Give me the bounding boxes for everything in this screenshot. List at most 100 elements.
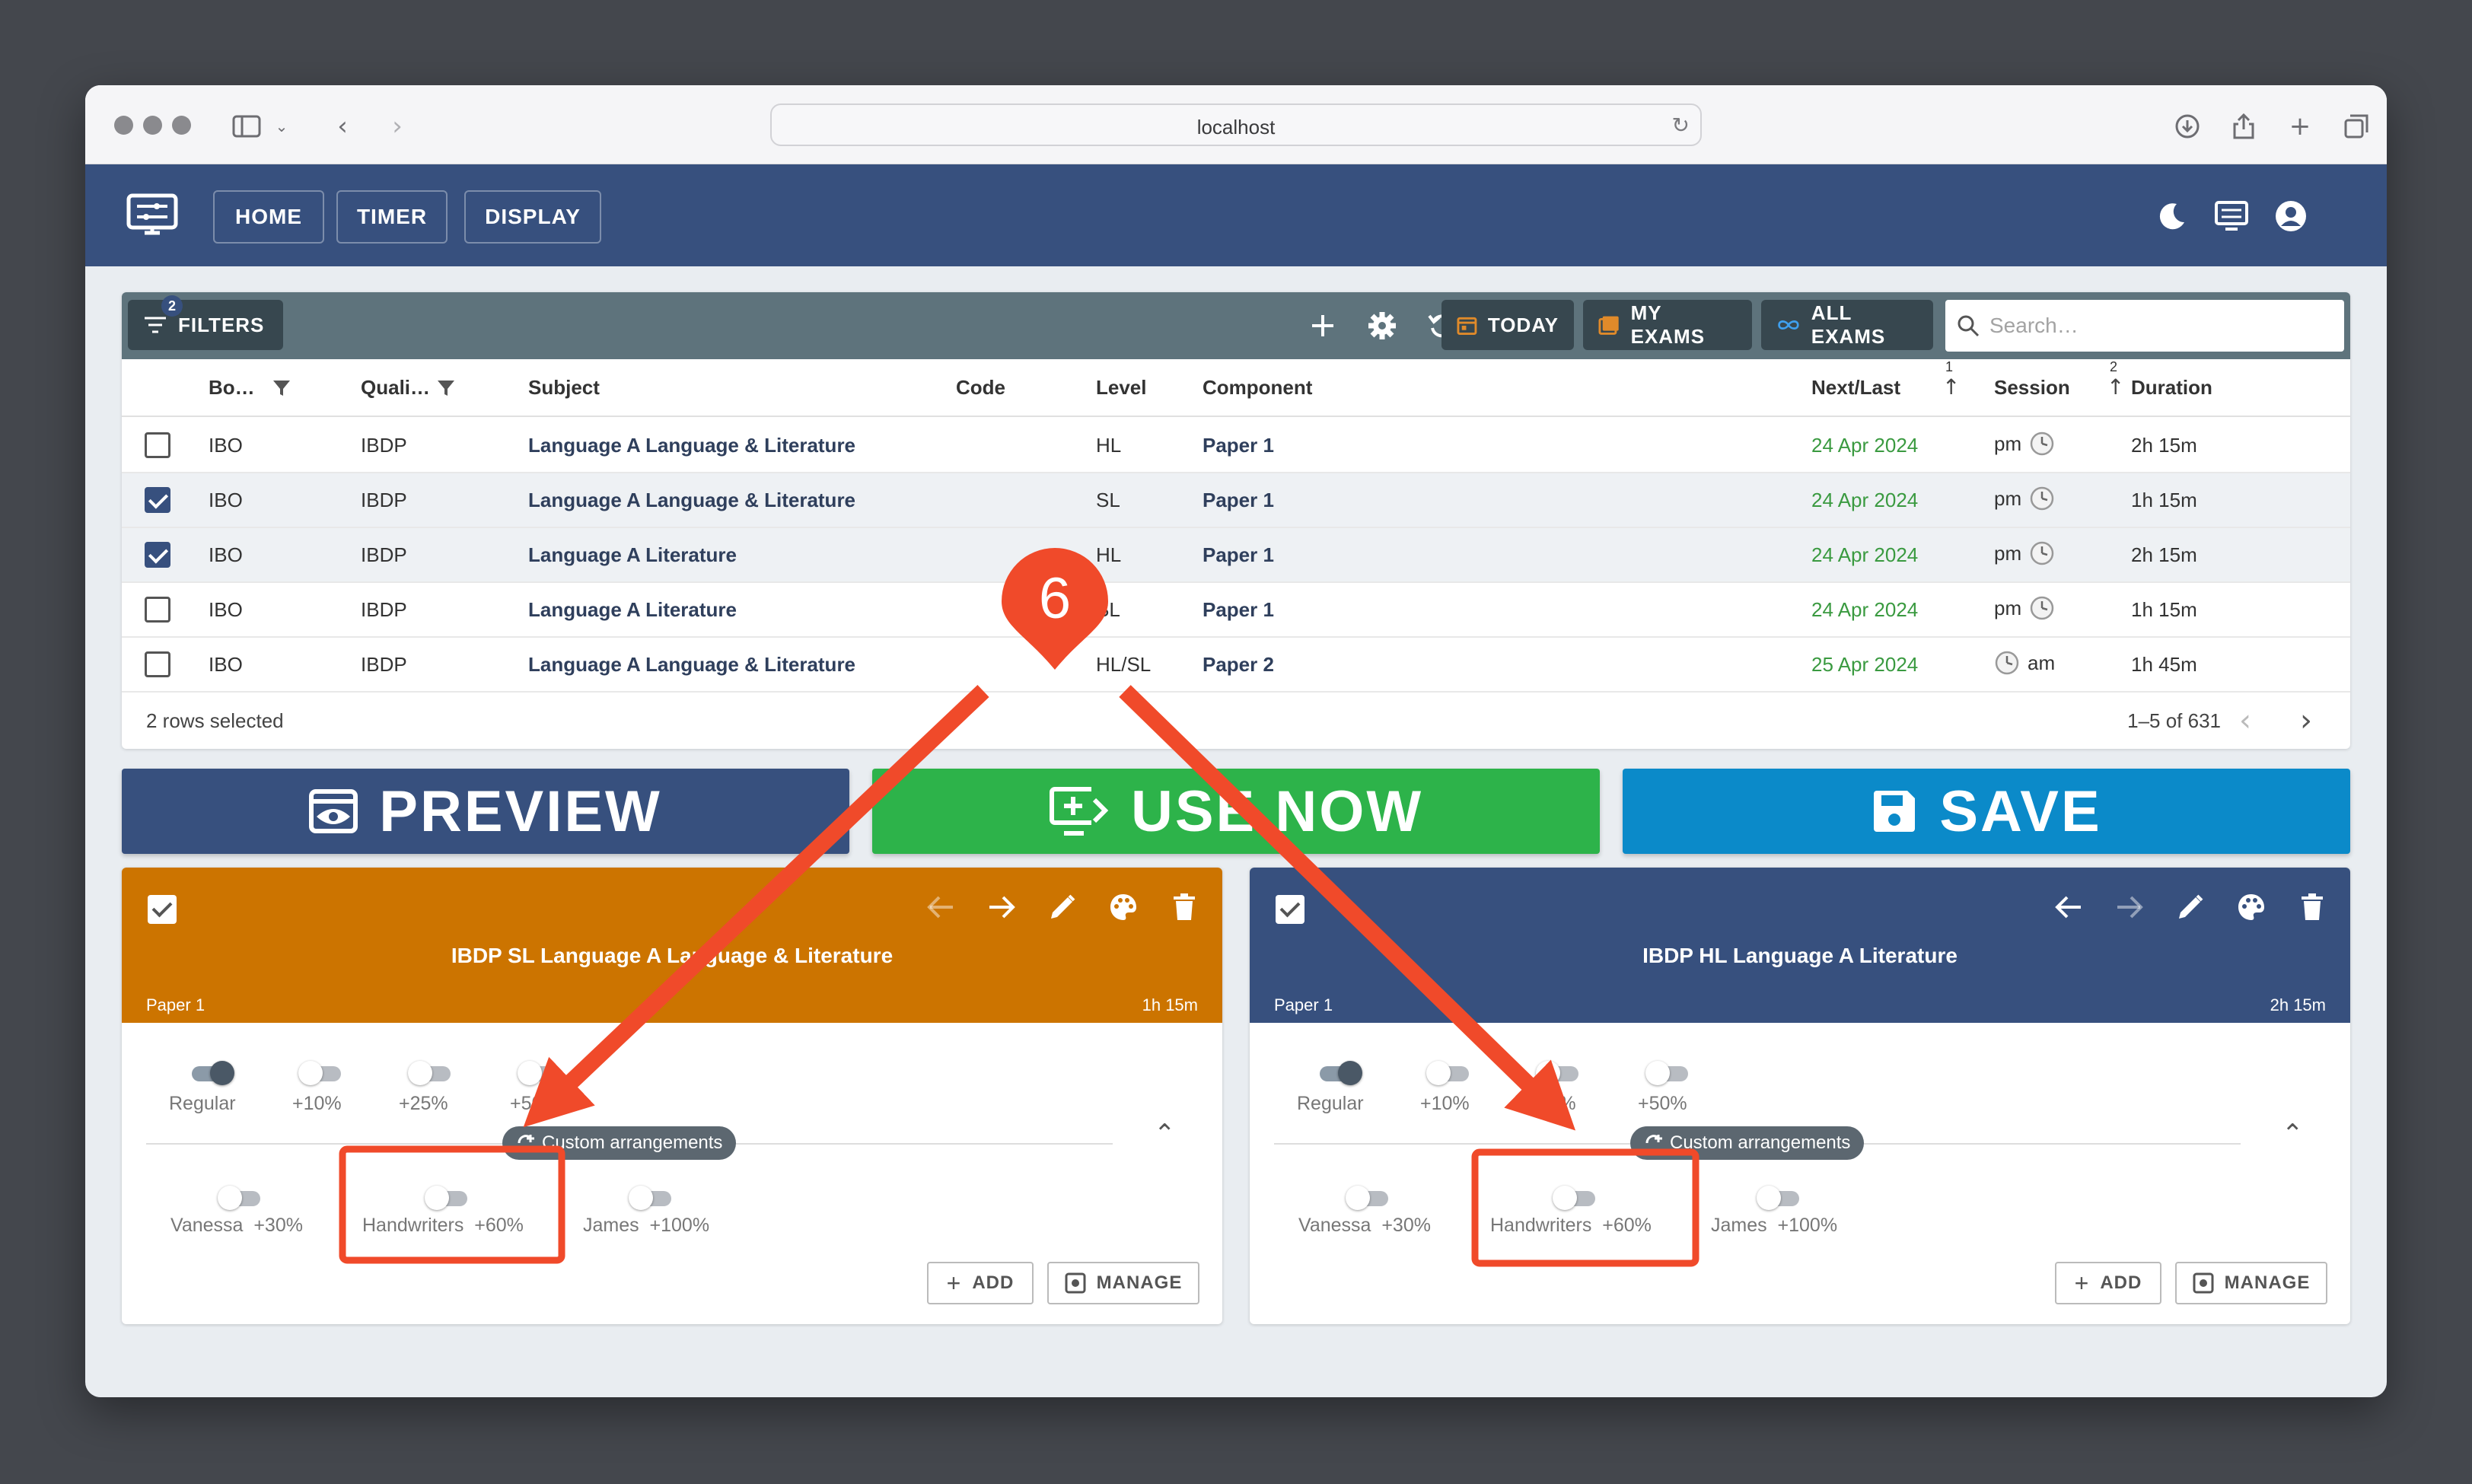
table-row[interactable]: IBO IBDP Language A Language & Literature H… xyxy=(122,419,2350,473)
move-right-arrow-icon[interactable] xyxy=(983,889,1020,925)
today-button[interactable]: TODAY xyxy=(1441,300,1574,350)
delete-trash-icon[interactable] xyxy=(2294,889,2330,925)
header-next-last[interactable]: Next/Last xyxy=(1811,376,1900,400)
edit-pencil-icon[interactable] xyxy=(2172,889,2209,925)
header-session[interactable]: Session xyxy=(1994,376,2070,400)
app-logo-icon[interactable] xyxy=(126,193,178,236)
search-input[interactable] xyxy=(1989,309,2324,342)
window-controls[interactable] xyxy=(114,116,191,135)
close-window-dot[interactable] xyxy=(114,116,133,135)
address-bar[interactable]: localhost ↻ xyxy=(770,103,1702,146)
extra-time-toggle[interactable] xyxy=(1317,1058,1362,1088)
table-row[interactable]: IBO IBDP Language A Literature HL Paper 1 24 … xyxy=(122,528,2350,583)
nav-home-button[interactable]: HOME xyxy=(213,190,324,244)
move-left-arrow-icon[interactable] xyxy=(2050,889,2087,925)
filters-count-badge: 2 xyxy=(161,295,183,317)
custom-arrangement-toggle[interactable] xyxy=(425,1183,470,1213)
header-board[interactable]: Bo… xyxy=(209,376,255,400)
use-now-button[interactable]: USE NOW xyxy=(872,769,1600,854)
add-exam-plus-icon[interactable] xyxy=(1304,307,1341,344)
edit-pencil-icon[interactable] xyxy=(1044,889,1081,925)
table-row[interactable]: IBO IBDP Language A Language & Literature S… xyxy=(122,473,2350,528)
my-exams-button[interactable]: MY EXAMS xyxy=(1583,300,1752,350)
add-arrangement-button[interactable]: + ADD xyxy=(927,1262,1034,1304)
custom-arrangements-chip[interactable]: Custom arrangements xyxy=(1630,1126,1865,1160)
new-tab-icon[interactable]: + xyxy=(2285,111,2315,142)
save-button[interactable]: SAVE xyxy=(1623,769,2350,854)
header-qualification[interactable]: Quali… xyxy=(361,376,430,400)
extra-time-toggle[interactable] xyxy=(1426,1058,1472,1088)
tab-overview-icon[interactable] xyxy=(2341,111,2372,142)
forward-arrow-icon[interactable]: › xyxy=(382,111,413,142)
share-icon[interactable] xyxy=(2228,111,2259,142)
move-left-arrow-icon[interactable] xyxy=(922,889,959,925)
header-duration[interactable]: Duration xyxy=(2131,376,2212,400)
sidebar-icon[interactable] xyxy=(231,111,262,142)
back-arrow-icon[interactable]: ‹ xyxy=(327,111,358,142)
download-icon[interactable] xyxy=(2172,111,2203,142)
display-screen-icon[interactable] xyxy=(2213,198,2250,234)
add-arrangement-button[interactable]: + ADD xyxy=(2055,1262,2161,1304)
custom-arrangement-toggle[interactable] xyxy=(1346,1183,1391,1213)
nav-timer-button[interactable]: TIMER xyxy=(336,190,448,244)
preview-button[interactable]: PREVIEW xyxy=(122,769,849,854)
color-palette-icon[interactable] xyxy=(1105,889,1142,925)
table-row[interactable]: IBO IBDP Language A Language & Literature H… xyxy=(122,638,2350,693)
custom-arrangement-toggle[interactable] xyxy=(1553,1183,1598,1213)
extra-time-toggle[interactable] xyxy=(1645,1058,1691,1088)
cell-qualification: IBDP xyxy=(361,543,407,566)
chevron-down-icon[interactable]: ⌄ xyxy=(266,111,297,142)
card-title: IBDP HL Language A Literature xyxy=(1642,944,1958,967)
collapse-chevron-up-icon[interactable]: ⌃ xyxy=(2282,1119,2304,1149)
table-row[interactable]: IBO IBDP Language A Literature SL Paper 1 24 … xyxy=(122,583,2350,638)
cell-session: pm xyxy=(1994,486,2055,511)
today-label: TODAY xyxy=(1487,313,1559,336)
next-last-sort-arrow-icon[interactable]: ↑ xyxy=(1942,374,1960,400)
header-subject[interactable]: Subject xyxy=(528,376,600,400)
row-select-checkbox[interactable] xyxy=(145,597,170,623)
cell-subject: Language A Literature xyxy=(528,598,737,621)
all-exams-button[interactable]: ALL EXAMS xyxy=(1761,300,1933,350)
zoom-window-dot[interactable] xyxy=(172,116,191,135)
nav-display-button[interactable]: DISPLAY xyxy=(464,190,601,244)
card-select-checkbox[interactable] xyxy=(1276,895,1304,924)
reload-icon[interactable]: ↻ xyxy=(1672,113,1690,138)
card-duration: 1h 15m xyxy=(1142,995,1198,1014)
extra-time-toggle[interactable] xyxy=(408,1058,454,1088)
manage-arrangements-button[interactable]: MANAGE xyxy=(2175,1262,2327,1304)
header-level[interactable]: Level xyxy=(1096,376,1147,400)
custom-arrangements-chip[interactable]: Custom arrangements xyxy=(502,1126,737,1160)
move-right-arrow-icon[interactable] xyxy=(2111,889,2148,925)
extra-time-toggle[interactable] xyxy=(298,1058,344,1088)
extra-time-toggle[interactable] xyxy=(189,1058,234,1088)
row-select-checkbox[interactable] xyxy=(145,432,170,458)
custom-arrangement-toggle[interactable] xyxy=(218,1183,263,1213)
session-sort-arrow-icon[interactable]: ↑ xyxy=(2107,374,2124,400)
settings-gear-icon[interactable] xyxy=(1364,307,1400,344)
collapse-chevron-up-icon[interactable]: ⌃ xyxy=(1154,1119,1176,1149)
cell-level: HL/SL xyxy=(1096,653,1152,676)
custom-arrangement-toggle[interactable] xyxy=(1757,1183,1802,1213)
minimize-window-dot[interactable] xyxy=(143,116,162,135)
header-component[interactable]: Component xyxy=(1203,376,1312,400)
row-select-checkbox[interactable] xyxy=(145,651,170,677)
extra-time-toggle[interactable] xyxy=(1536,1058,1582,1088)
row-select-checkbox[interactable] xyxy=(145,542,170,568)
extra-time-toggle[interactable] xyxy=(518,1058,563,1088)
board-filter-funnel-icon[interactable] xyxy=(272,379,291,397)
next-page-chevron-icon[interactable]: › xyxy=(2300,703,2312,738)
dark-mode-moon-icon[interactable] xyxy=(2154,198,2190,234)
card-select-checkbox[interactable] xyxy=(148,895,177,924)
account-avatar-icon[interactable] xyxy=(2273,198,2309,234)
cell-component: Paper 1 xyxy=(1203,598,1274,621)
delete-trash-icon[interactable] xyxy=(1166,889,1203,925)
custom-arrangement-toggle[interactable] xyxy=(629,1183,674,1213)
filters-button[interactable]: FILTERS xyxy=(128,300,283,350)
search-box[interactable] xyxy=(1945,300,2344,352)
manage-arrangements-button[interactable]: MANAGE xyxy=(1047,1262,1199,1304)
qualification-filter-funnel-icon[interactable] xyxy=(437,379,455,397)
prev-page-chevron-icon[interactable]: ‹ xyxy=(2239,703,2251,738)
header-code[interactable]: Code xyxy=(956,376,1005,400)
row-select-checkbox[interactable] xyxy=(145,487,170,513)
color-palette-icon[interactable] xyxy=(2233,889,2270,925)
